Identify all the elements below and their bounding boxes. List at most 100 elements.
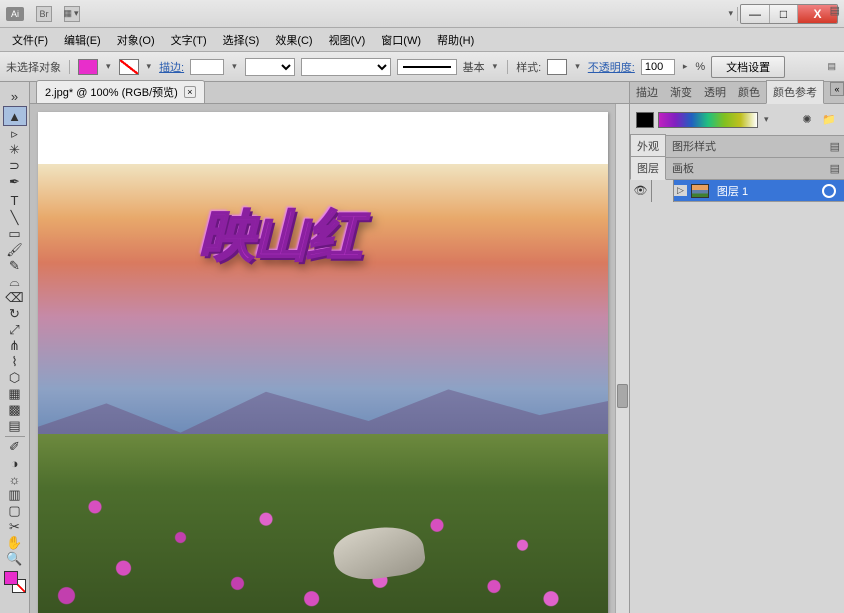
right-panel-dock: 描边 渐变 透明 颜色 颜色参考 » ▾ ✺ 📁 ▤ 外观 图形样式 ▤ 图层 …: [629, 82, 844, 613]
rectangle-tool[interactable]: ▭: [3, 226, 27, 242]
chevron-down-icon[interactable]: ▾: [104, 61, 113, 72]
stroke-swatch[interactable]: [119, 59, 139, 75]
appearance-panel-tabs: 外观 图形样式 ▤: [630, 136, 844, 158]
tab-gradient[interactable]: 渐变: [664, 81, 698, 103]
line-tool[interactable]: ╲: [3, 210, 27, 226]
lock-toggle[interactable]: [652, 180, 674, 202]
menu-file[interactable]: 文件(F): [4, 28, 56, 52]
perspective-tool[interactable]: ▦: [3, 386, 27, 402]
stroke-link[interactable]: 描边:: [159, 59, 184, 75]
menu-view[interactable]: 视图(V): [321, 28, 374, 52]
layer-row[interactable]: 👁 ▷ 图层 1: [630, 180, 844, 202]
color-wheel-icon[interactable]: ✺: [798, 112, 816, 128]
artboard-tool[interactable]: ▢: [3, 503, 27, 519]
blob-brush-tool[interactable]: ⌓: [3, 274, 27, 290]
zoom-tool[interactable]: 🔍: [3, 551, 27, 567]
scrollbar-thumb[interactable]: [617, 384, 628, 408]
selection-tool[interactable]: ▲: [3, 106, 27, 126]
document-setup-button[interactable]: 文档设置: [711, 56, 785, 78]
fill-swatch[interactable]: [78, 59, 98, 75]
hand-tool[interactable]: ✋: [3, 535, 27, 551]
tab-layers[interactable]: 图层: [630, 156, 666, 180]
width-tool[interactable]: ⋔: [3, 338, 27, 354]
chevron-down-icon[interactable]: ▾: [762, 114, 771, 125]
artwork-text[interactable]: 映山红: [198, 192, 360, 273]
divider: [737, 7, 738, 21]
pen-tool[interactable]: ✒: [3, 174, 27, 190]
base-color-swatch[interactable]: [636, 112, 654, 128]
maximize-button[interactable]: □: [769, 5, 797, 23]
menu-object[interactable]: 对象(O): [109, 28, 163, 52]
menu-help[interactable]: 帮助(H): [429, 28, 482, 52]
menu-type[interactable]: 文字(T): [163, 28, 215, 52]
document-tab-title: 2.jpg* @ 100% (RGB/预览): [45, 84, 178, 100]
chevron-down-icon[interactable]: ▾: [491, 61, 500, 72]
shape-builder-tool[interactable]: ⬡: [3, 370, 27, 386]
layers-panel-tabs: 图层 画板 ▤: [630, 158, 844, 180]
slice-tool[interactable]: ✂: [3, 519, 27, 535]
harmony-swatches[interactable]: [658, 112, 758, 128]
symbol-tool[interactable]: ☼: [3, 471, 27, 487]
magic-wand-tool[interactable]: ✳: [3, 142, 27, 158]
toolbox-collapse-icon[interactable]: »: [3, 86, 27, 106]
minimize-button[interactable]: —: [741, 5, 769, 23]
warp-tool[interactable]: ⌇: [3, 354, 27, 370]
rotate-tool[interactable]: ↻: [3, 306, 27, 322]
opacity-stepper-icon[interactable]: ▸: [681, 61, 690, 72]
tab-stroke[interactable]: 描边: [630, 81, 664, 103]
document-tab[interactable]: 2.jpg* @ 100% (RGB/预览) ×: [36, 80, 205, 103]
arrange-docs-icon[interactable]: ▦▾: [64, 6, 80, 22]
panel-menu-icon[interactable]: ▤: [830, 162, 840, 175]
foreground-color[interactable]: [4, 571, 18, 585]
blend-tool[interactable]: ◑: [3, 455, 27, 471]
brush-select[interactable]: [301, 58, 391, 76]
chevron-down-icon[interactable]: ▾: [145, 61, 154, 72]
control-menu-icon[interactable]: ▤: [825, 61, 838, 72]
layer-name[interactable]: 图层 1: [713, 183, 822, 199]
workspace-dropdown-icon[interactable]: ▾: [726, 8, 735, 19]
bridge-icon[interactable]: Br: [36, 6, 52, 22]
fill-stroke-swatch[interactable]: [4, 571, 26, 593]
artboard: 映山红: [38, 112, 608, 613]
tab-artboards[interactable]: 画板: [666, 157, 700, 179]
menu-effect[interactable]: 效果(C): [267, 28, 320, 52]
target-icon[interactable]: [822, 184, 836, 198]
opacity-link[interactable]: 不透明度:: [588, 59, 635, 75]
pencil-tool[interactable]: ✎: [3, 258, 27, 274]
visibility-toggle[interactable]: 👁: [630, 180, 652, 202]
mesh-tool[interactable]: ▩: [3, 402, 27, 418]
chevron-down-icon[interactable]: ▾: [573, 61, 582, 72]
menu-select[interactable]: 选择(S): [215, 28, 268, 52]
eraser-tool[interactable]: ⌫: [3, 290, 27, 306]
tab-appearance[interactable]: 外观: [630, 134, 666, 158]
panel-menu-icon[interactable]: ▤: [830, 4, 840, 17]
save-group-icon[interactable]: 📁: [820, 112, 838, 128]
tab-transparency[interactable]: 透明: [698, 81, 732, 103]
opacity-input[interactable]: [641, 59, 675, 75]
menu-edit[interactable]: 编辑(E): [56, 28, 109, 52]
chevron-down-icon[interactable]: ▾: [230, 61, 239, 72]
window-controls: — □ X: [740, 4, 838, 24]
panel-dock-collapse-icon[interactable]: «: [830, 82, 844, 96]
type-tool[interactable]: T: [3, 190, 27, 210]
stroke-weight-input[interactable]: [190, 59, 224, 75]
scale-tool[interactable]: ⤢: [3, 322, 27, 338]
tab-graphic-styles[interactable]: 图形样式: [666, 135, 722, 157]
vertical-scrollbar[interactable]: [615, 104, 629, 613]
document-close-icon[interactable]: ×: [184, 86, 196, 98]
style-swatch[interactable]: [547, 59, 567, 75]
eyedropper-tool[interactable]: ✐: [3, 439, 27, 455]
direct-selection-tool[interactable]: ▹: [3, 126, 27, 142]
graph-tool[interactable]: ▥: [3, 487, 27, 503]
tab-color[interactable]: 颜色: [732, 81, 766, 103]
disclosure-icon[interactable]: ▷: [674, 185, 687, 196]
canvas[interactable]: 映山红: [30, 104, 629, 613]
menu-window[interactable]: 窗口(W): [373, 28, 429, 52]
lasso-tool[interactable]: ⊃: [3, 158, 27, 174]
gradient-tool[interactable]: ▤: [3, 418, 27, 434]
brush-preview[interactable]: [397, 59, 457, 75]
stroke-profile-select[interactable]: [245, 58, 295, 76]
tab-color-guide[interactable]: 颜色参考: [766, 80, 824, 104]
panel-menu-icon[interactable]: ▤: [830, 140, 840, 153]
brush-tool[interactable]: 🖌: [3, 242, 27, 258]
